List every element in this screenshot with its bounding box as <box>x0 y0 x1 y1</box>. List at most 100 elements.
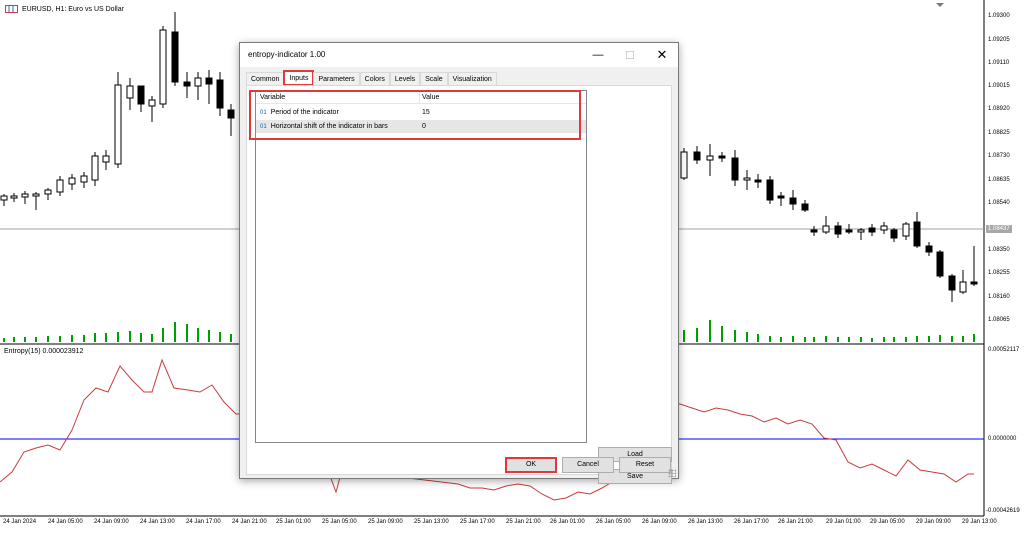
inputs-highlight-box <box>249 90 581 140</box>
chart-window-icon <box>5 5 18 13</box>
time-axis-label: 25 Jan 09:00 <box>368 519 403 525</box>
dialog-tab-bar: Common Inputs Parameters Colors Levels S… <box>246 70 497 86</box>
candle-body <box>0 195 8 201</box>
price-axis-label: 1.08350 <box>988 247 1010 253</box>
candle-body <box>925 245 933 253</box>
indicator-properties-dialog: entropy-indicator 1.00 — ☐ ✕ Common Inpu… <box>239 42 679 484</box>
time-axis-label: 29 Jan 09:00 <box>916 519 951 525</box>
tab-levels[interactable]: Levels <box>389 72 421 85</box>
metatrader-window: EURUSD, H1: Euro vs US Dollar 1.09300 1.0… <box>0 0 1024 533</box>
price-axis-label: 1.08065 <box>988 317 1010 323</box>
time-axis-label: 26 Jan 17:00 <box>734 519 769 525</box>
minimize-button[interactable]: — <box>582 43 614 67</box>
time-axis-label: 29 Jan 05:00 <box>870 519 905 525</box>
indicator-axis-top: 0.00052117 <box>988 347 1020 353</box>
price-axis-label: 1.09300 <box>988 13 1010 19</box>
candle-body <box>857 229 865 233</box>
time-axis-label: 24 Jan 21:00 <box>232 519 267 525</box>
price-axis-label: 1.08920 <box>988 106 1010 112</box>
tab-colors[interactable]: Colors <box>359 72 390 85</box>
candle-body <box>21 193 29 198</box>
tab-common[interactable]: Common <box>246 72 285 85</box>
candle-body <box>56 179 64 193</box>
dialog-title-bar[interactable]: entropy-indicator 1.00 — ☐ ✕ <box>240 43 678 67</box>
time-axis-label: 25 Jan 13:00 <box>414 519 449 525</box>
candle-body <box>205 77 213 85</box>
candle-body <box>171 31 179 83</box>
price-axis-label: 1.08730 <box>988 153 1010 159</box>
candle-body <box>822 225 830 233</box>
price-axis-label: 1.09205 <box>988 37 1010 43</box>
time-axis-label: 25 Jan 17:00 <box>460 519 495 525</box>
candle-body <box>959 281 967 293</box>
ok-button[interactable]: OK <box>505 457 557 473</box>
resize-grip-icon[interactable] <box>668 469 676 477</box>
candle-body <box>777 195 785 199</box>
dialog-title: entropy-indicator 1.00 <box>248 50 326 59</box>
close-button[interactable]: ✕ <box>646 43 678 67</box>
candle-body <box>766 179 774 201</box>
time-axis-label: 25 Jan 21:00 <box>506 519 541 525</box>
candle-body <box>936 251 944 277</box>
time-axis-label: 29 Jan 01:00 <box>826 519 861 525</box>
time-axis-label: 29 Jan 13:00 <box>962 519 997 525</box>
price-axis-label: 1.08160 <box>988 294 1010 300</box>
candle-body <box>880 225 888 231</box>
price-axis-label: 1.08255 <box>988 270 1010 276</box>
cancel-button[interactable]: Cancel <box>562 457 614 473</box>
time-axis-label: 25 Jan 01:00 <box>276 519 311 525</box>
candle-body <box>706 155 714 161</box>
chart-symbol-label: EURUSD, H1: Euro vs US Dollar <box>22 6 124 13</box>
tab-visualization[interactable]: Visualization <box>447 72 497 85</box>
candle-body <box>148 99 156 107</box>
time-axis-label: 25 Jan 05:00 <box>322 519 357 525</box>
candle-body <box>718 155 726 159</box>
reset-button[interactable]: Reset <box>619 457 671 473</box>
time-axis-label: 26 Jan 05:00 <box>596 519 631 525</box>
price-axis-label: 1.08635 <box>988 177 1010 183</box>
candle-body <box>10 195 18 199</box>
time-axis-label: 26 Jan 01:00 <box>550 519 585 525</box>
candle-body <box>789 197 797 205</box>
candle-body <box>868 227 876 233</box>
candle-body <box>834 225 842 235</box>
candle-body <box>680 151 688 179</box>
candle-body <box>890 229 898 239</box>
time-axis-label: 26 Jan 13:00 <box>688 519 723 525</box>
current-price-tag: 1.08437 <box>986 225 1012 233</box>
time-axis-label: 26 Jan 09:00 <box>642 519 677 525</box>
candle-body <box>80 175 88 183</box>
indicator-axis-bottom: -0.00042619 <box>986 508 1020 514</box>
candle-body <box>102 155 110 163</box>
candle-body <box>693 151 701 161</box>
tab-scale[interactable]: Scale <box>420 72 448 85</box>
time-axis-label: 24 Jan 13:00 <box>140 519 175 525</box>
inputs-tab-panel: Variable Value 01 Period of the indicator… <box>246 85 672 484</box>
candle-body <box>227 109 235 119</box>
price-axis-label: 1.08825 <box>988 130 1010 136</box>
time-axis-label: 24 Jan 17:00 <box>186 519 221 525</box>
time-axis-label: 24 Jan 2024 <box>3 519 37 525</box>
price-axis-label: 1.08540 <box>988 200 1010 206</box>
tab-parameters[interactable]: Parameters <box>313 72 360 85</box>
time-axis-label: 26 Jan 21:00 <box>778 519 813 525</box>
candle-body <box>948 275 956 291</box>
price-axis-label: 1.09015 <box>988 83 1010 89</box>
tab-inputs[interactable]: Inputs <box>283 70 315 86</box>
indicator-label: Entropy(15) 0.000023912 <box>4 348 84 355</box>
candle-body <box>159 29 167 105</box>
candle-body <box>743 177 751 181</box>
candle-body <box>32 193 40 197</box>
candle-body <box>970 281 978 285</box>
chart-scroll-arrow-icon[interactable] <box>936 3 944 7</box>
candle-body <box>801 203 809 211</box>
candle-body <box>913 221 921 247</box>
candle-body <box>902 223 910 237</box>
candle-body <box>845 229 853 233</box>
candle-body <box>91 155 99 181</box>
candle-body <box>216 79 224 109</box>
candle-body <box>183 81 191 87</box>
candle-body <box>754 179 762 183</box>
candle-body <box>731 157 739 181</box>
candle-body <box>126 85 134 99</box>
